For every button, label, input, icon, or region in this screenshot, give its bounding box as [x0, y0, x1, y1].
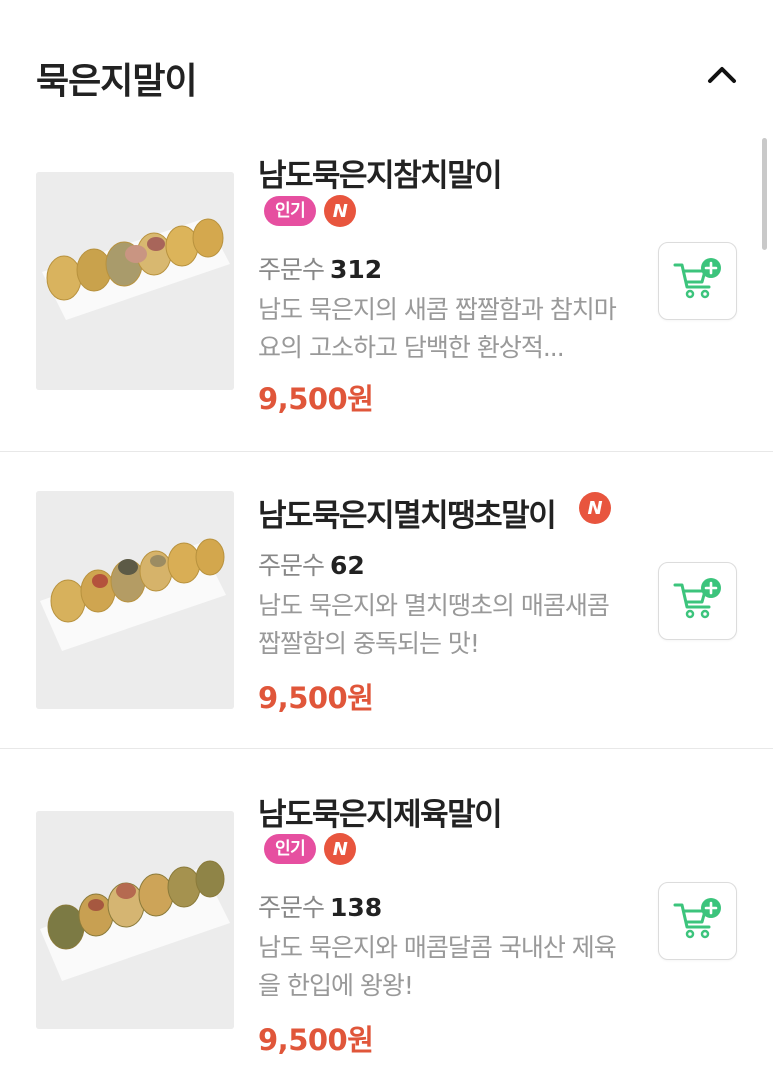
- badge-group: 인기 N: [264, 833, 357, 865]
- cart-add-icon: [673, 577, 723, 625]
- collapse-button[interactable]: [700, 56, 744, 96]
- menu-item-price: 9,500원: [258, 382, 374, 416]
- order-count-label: 주문수: [258, 551, 325, 580]
- section-header[interactable]: 묵은지말이: [0, 0, 773, 140]
- menu-item-image[interactable]: [36, 811, 234, 1029]
- menu-item-description: 남도 묵은지와 멸치땡초의 매콤새콤짭짤함의 중독되는 맛!: [258, 591, 610, 658]
- cart-add-icon: [673, 897, 723, 945]
- cart-add-icon: [673, 257, 723, 305]
- popular-badge: 인기: [264, 196, 317, 226]
- menu-category-page: 묵은지말이 남도묵은지참치말이 인기 N 주문수 312 남도 묵은지의 새콤 …: [0, 0, 773, 1092]
- menu-item-description: 남도 묵은지와 매콤달콤 국내산 제육을 한입에 왕왕!: [258, 933, 617, 1000]
- menu-item-image[interactable]: [36, 172, 234, 390]
- scrollbar[interactable]: [762, 138, 767, 250]
- add-to-cart-button[interactable]: [658, 242, 737, 320]
- badge-group: 인기 N: [264, 195, 357, 227]
- divider: [0, 451, 773, 452]
- order-count-label: 주문수: [258, 255, 325, 284]
- order-count-value: 62: [330, 551, 365, 580]
- menu-item-description: 남도 묵은지의 새콤 짭짤함과 참치마요의 고소하고 담백한 환상적...: [258, 295, 617, 362]
- order-count-value: 138: [330, 893, 383, 922]
- order-count-value: 312: [330, 255, 383, 284]
- new-badge: N: [324, 195, 357, 227]
- menu-item-name: 남도묵은지멸치땡초말이: [258, 498, 557, 534]
- popular-badge: 인기: [264, 834, 317, 864]
- section-title: 묵은지말이: [36, 61, 198, 102]
- menu-item-price: 9,500원: [258, 1023, 374, 1057]
- chevron-up-icon: [707, 64, 737, 88]
- menu-item-name: 남도묵은지제육말이: [258, 797, 503, 833]
- order-count-row: 주문수 62: [258, 546, 365, 582]
- add-to-cart-button[interactable]: [658, 882, 737, 960]
- order-count-label: 주문수: [258, 893, 325, 922]
- new-badge: N: [324, 833, 357, 865]
- add-to-cart-button[interactable]: [658, 562, 737, 640]
- menu-item-image[interactable]: [36, 491, 234, 709]
- new-badge: N: [579, 492, 611, 524]
- menu-item-price: 9,500원: [258, 681, 374, 715]
- order-count-row: 주문수 138: [258, 888, 382, 924]
- divider: [0, 748, 773, 749]
- order-count-row: 주문수 312: [258, 250, 382, 286]
- menu-item-name: 남도묵은지참치말이: [258, 158, 503, 194]
